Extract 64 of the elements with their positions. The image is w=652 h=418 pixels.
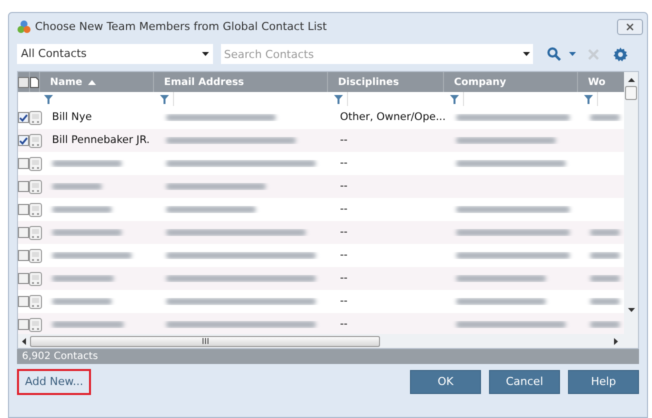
row-checkbox[interactable] [18, 227, 29, 238]
filter-icon[interactable] [44, 94, 52, 104]
scroll-up-icon[interactable] [628, 78, 635, 82]
filter-icon[interactable] [584, 94, 593, 104]
scroll-left-icon[interactable] [22, 338, 26, 344]
close-icon [626, 23, 634, 31]
row-checkbox[interactable] [18, 135, 29, 146]
row-checkbox[interactable] [18, 319, 29, 330]
contact-card-icon [29, 134, 42, 148]
table-cell-text: -- [340, 270, 348, 286]
contact-card-icon [29, 110, 42, 124]
table-cell-text: Bill Nye [52, 110, 92, 125]
table-cell-text: -- [340, 132, 348, 148]
contact-card-icon [29, 272, 42, 286]
contact-card-icon [29, 294, 42, 308]
add-new-button[interactable]: Add New... [17, 369, 92, 395]
dropdown-caret-icon [202, 52, 209, 56]
horizontal-scrollbar[interactable] [18, 334, 638, 348]
contact-card-icon [29, 156, 42, 170]
row-checkbox[interactable] [18, 112, 29, 123]
scroll-right-icon[interactable] [614, 338, 618, 344]
table-cell-text: -- [340, 294, 348, 309]
row-checkbox[interactable] [18, 250, 29, 261]
table-cell-text: -- [340, 224, 348, 240]
settings-icon[interactable] [613, 46, 628, 62]
status-bar: 6,902 Contacts [17, 349, 639, 364]
dropdown-caret-icon[interactable] [569, 52, 576, 56]
scroll-thumb[interactable] [30, 336, 380, 346]
table-cell-text: -- [340, 202, 348, 217]
contact-card-icon [29, 226, 42, 240]
row-checkbox[interactable] [18, 273, 29, 284]
dialog-button[interactable]: Cancel [489, 370, 560, 394]
dialog-button[interactable]: Help [568, 370, 639, 394]
dropdown-caret-icon [523, 52, 530, 56]
table-cell-text: -- [340, 316, 348, 332]
contact-card-icon [29, 248, 42, 262]
contact-card-icon [29, 202, 42, 216]
row-checkbox[interactable] [18, 204, 29, 215]
search-icon[interactable] [547, 47, 561, 61]
contact-card-icon [29, 180, 42, 194]
table-cell-text: -- [340, 156, 348, 171]
close-button[interactable] [617, 19, 643, 35]
filter-icon[interactable] [450, 94, 459, 104]
table-cell-text: Bill Pennebaker JR. [52, 132, 150, 148]
contact-list-dropdown[interactable]: All Contacts [17, 44, 213, 64]
app-logo-icon [17, 20, 31, 34]
document-icon [30, 76, 39, 88]
table-cell-text: Other, Owner/Ope... [340, 110, 446, 125]
table-cell-text: -- [340, 178, 348, 194]
filter-icon[interactable] [334, 94, 343, 104]
dialog-button[interactable]: OK [410, 370, 481, 394]
table-cell-text: -- [340, 248, 348, 263]
grip-icon [202, 338, 208, 344]
scroll-down-icon[interactable] [628, 308, 635, 312]
sort-ascending-icon [88, 80, 96, 84]
row-checkbox[interactable] [18, 158, 29, 169]
vertical-scrollbar[interactable] [624, 72, 638, 334]
filter-icon[interactable] [160, 94, 169, 104]
contact-card-icon [29, 318, 42, 332]
window-title: Choose New Team Members from Global Contact List [35, 18, 327, 35]
scroll-thumb[interactable] [625, 86, 638, 100]
select-all-checkbox[interactable] [18, 76, 29, 88]
row-checkbox[interactable] [18, 296, 29, 307]
row-checkbox[interactable] [18, 181, 29, 192]
